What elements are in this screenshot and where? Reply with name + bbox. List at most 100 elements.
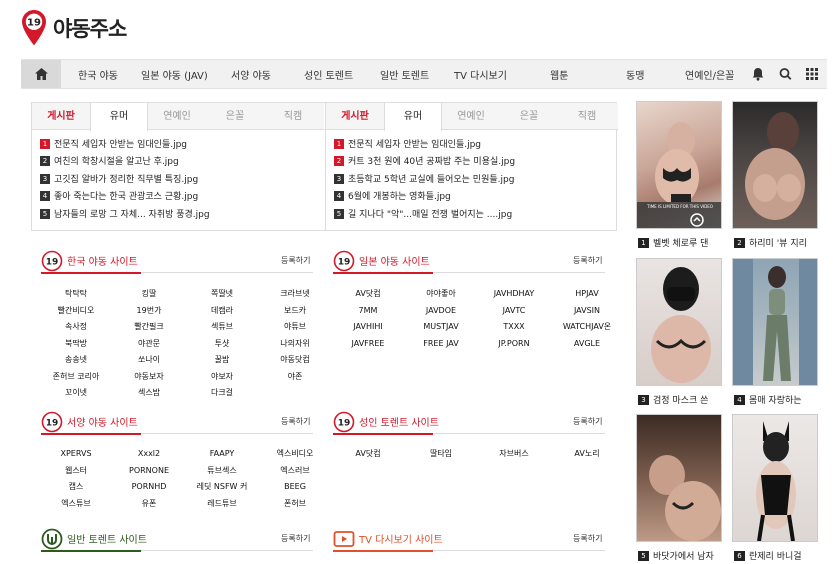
- nav-japanese[interactable]: 일본 야동 (JAV): [141, 67, 208, 82]
- tab-jikcam[interactable]: 직캠: [558, 103, 616, 130]
- site-link[interactable]: JAVHIHI: [333, 322, 403, 332]
- register-link[interactable]: 등록하기: [573, 416, 602, 427]
- thumbnail-caption[interactable]: 6 란제리 바니걸: [734, 549, 820, 562]
- thumbnail[interactable]: [636, 258, 722, 386]
- site-link[interactable]: 나의자위: [260, 339, 330, 349]
- site-link[interactable]: 속사정: [41, 322, 111, 332]
- register-link[interactable]: 등록하기: [573, 533, 602, 544]
- nav-western[interactable]: 서양 야동: [231, 67, 271, 82]
- list-item[interactable]: 3 고깃집 알바가 정리한 직무별 특징.jpg: [40, 173, 198, 187]
- site-link[interactable]: 빨간필크: [114, 322, 184, 332]
- list-item[interactable]: 4 6월에 개봉하는 영화들.jpg: [334, 190, 451, 204]
- site-link[interactable]: 빨간비디오: [41, 306, 111, 316]
- nav-adult-torrent[interactable]: 성인 토렌트: [304, 67, 353, 82]
- thumbnail-caption[interactable]: 1 벨벳 체로루 댄: [638, 236, 724, 249]
- list-item[interactable]: 5길 지나다 "악"...매일 전쟁 벌어지는 ....jpg: [334, 208, 512, 222]
- site-link[interactable]: PORNONE: [114, 466, 184, 476]
- site-link[interactable]: 데캠라: [187, 306, 257, 316]
- site-link[interactable]: 존허브 코리아: [41, 372, 111, 382]
- site-link[interactable]: JAVSIN: [552, 306, 622, 316]
- site-link[interactable]: AV닷컴: [333, 289, 403, 299]
- site-link[interactable]: 야존: [260, 372, 330, 382]
- site-link[interactable]: Xxxl2: [114, 449, 184, 459]
- nav-korean[interactable]: 한국 야동: [78, 67, 118, 82]
- list-item[interactable]: 2 커트 3천 원에 40년 공짜밥 주는 미용실.jpg: [334, 155, 515, 169]
- tab-eungol[interactable]: 은꼴: [500, 103, 558, 130]
- site-link[interactable]: 엑스러브: [260, 466, 330, 476]
- thumbnail[interactable]: [732, 414, 818, 542]
- site-link[interactable]: 유폰: [114, 499, 184, 509]
- list-item[interactable]: 1 전문직 세입자 안받는 임대인들.jpg: [40, 138, 187, 152]
- site-link[interactable]: 엑스비디오: [260, 449, 330, 459]
- site-link[interactable]: JAVHDHAY: [479, 289, 549, 299]
- thumbnail[interactable]: [636, 414, 722, 542]
- site-link[interactable]: 레딧 NSFW 커: [187, 482, 257, 492]
- tab-eungol[interactable]: 은꼴: [206, 103, 264, 130]
- tab-humor[interactable]: 유머: [90, 103, 148, 131]
- site-link[interactable]: JAVDOE: [406, 306, 476, 316]
- site-link[interactable]: 북딱방: [41, 339, 111, 349]
- site-link[interactable]: 섹튜브: [187, 322, 257, 332]
- site-link[interactable]: AV노리: [552, 449, 622, 459]
- thumbnail[interactable]: [732, 101, 818, 229]
- site-logo[interactable]: 19 야동주소: [21, 9, 127, 47]
- site-link[interactable]: 웹스터: [41, 466, 111, 476]
- home-button[interactable]: [21, 60, 61, 88]
- nav-webtoon[interactable]: 웹툰: [550, 67, 568, 82]
- site-link[interactable]: AV닷컴: [333, 449, 403, 459]
- site-link[interactable]: JAVFREE: [333, 339, 403, 349]
- register-link[interactable]: 등록하기: [281, 416, 310, 427]
- tab-jikcam[interactable]: 직캠: [264, 103, 322, 130]
- site-link[interactable]: 7MM: [333, 306, 403, 316]
- site-link[interactable]: 꼬이넷: [41, 388, 111, 398]
- site-link[interactable]: JP.PORN: [479, 339, 549, 349]
- site-link[interactable]: 야동보자: [114, 372, 184, 382]
- site-link[interactable]: 엑스튜브: [41, 499, 111, 509]
- site-link[interactable]: 야야좋아: [406, 289, 476, 299]
- site-link[interactable]: 꿀밤: [187, 355, 257, 365]
- thumbnail-caption[interactable]: 2 하리미 '뷰 지리: [734, 236, 820, 249]
- site-link[interactable]: FAAPY: [187, 449, 257, 459]
- list-item[interactable]: 5 남자들의 로망 그 자체... 자취방 풍경.jpg: [40, 208, 210, 222]
- site-link[interactable]: 투샷: [187, 339, 257, 349]
- site-link[interactable]: 크라브넷: [260, 289, 330, 299]
- site-link[interactable]: 쏘나이: [114, 355, 184, 365]
- site-link[interactable]: WATCHJAV온: [552, 322, 622, 332]
- site-link[interactable]: HPJAV: [552, 289, 622, 299]
- list-item[interactable]: 2 여친의 학창시절을 알고난 후.jpg: [40, 155, 179, 169]
- site-link[interactable]: 킹딸: [114, 289, 184, 299]
- site-link[interactable]: 송송넷: [41, 355, 111, 365]
- tab-board[interactable]: 게시판: [32, 103, 90, 130]
- site-link[interactable]: 딸타임: [406, 449, 476, 459]
- site-link[interactable]: PORNHD: [114, 482, 184, 492]
- nav-torrent[interactable]: 일반 토렌트: [380, 67, 429, 82]
- site-link[interactable]: JAVTC: [479, 306, 549, 316]
- site-link[interactable]: TXXX: [479, 322, 549, 332]
- site-link[interactable]: 야동닷컴: [260, 355, 330, 365]
- site-link[interactable]: 캡스: [41, 482, 111, 492]
- register-link[interactable]: 등록하기: [573, 255, 602, 266]
- thumbnail-caption[interactable]: 5 바닷가에서 남자: [638, 549, 724, 562]
- site-link[interactable]: 야튜브: [260, 322, 330, 332]
- site-link[interactable]: 섹스밤: [114, 388, 184, 398]
- site-link[interactable]: 레드튜브: [187, 499, 257, 509]
- site-link[interactable]: 폰허브: [260, 499, 330, 509]
- list-item[interactable]: 4 좋아 죽는다는 한국 관광코스 근황.jpg: [40, 190, 198, 204]
- tab-board[interactable]: 게시판: [326, 103, 384, 130]
- list-item[interactable]: 1 전문직 세입자 안받는 임대인들.jpg: [334, 138, 481, 152]
- site-link[interactable]: MUSTJAV: [406, 322, 476, 332]
- thumbnail[interactable]: [732, 258, 818, 386]
- register-link[interactable]: 등록하기: [281, 255, 310, 266]
- register-link[interactable]: 등록하기: [281, 533, 310, 544]
- site-link[interactable]: 야보자: [187, 372, 257, 382]
- list-item[interactable]: 3 초등학교 5학년 교실에 들어오는 민원들.jpg: [334, 173, 514, 187]
- site-link[interactable]: 다크걸: [187, 388, 257, 398]
- tab-celeb[interactable]: 연예인: [148, 103, 206, 130]
- site-link[interactable]: 자브버스: [479, 449, 549, 459]
- nav-tv[interactable]: TV 다시보기: [454, 67, 507, 82]
- site-link[interactable]: 야관문: [114, 339, 184, 349]
- site-link[interactable]: AVGLE: [552, 339, 622, 349]
- site-link[interactable]: BEEG: [260, 482, 330, 492]
- site-link[interactable]: 튜브섹스: [187, 466, 257, 476]
- site-link[interactable]: 탁탁탁: [41, 289, 111, 299]
